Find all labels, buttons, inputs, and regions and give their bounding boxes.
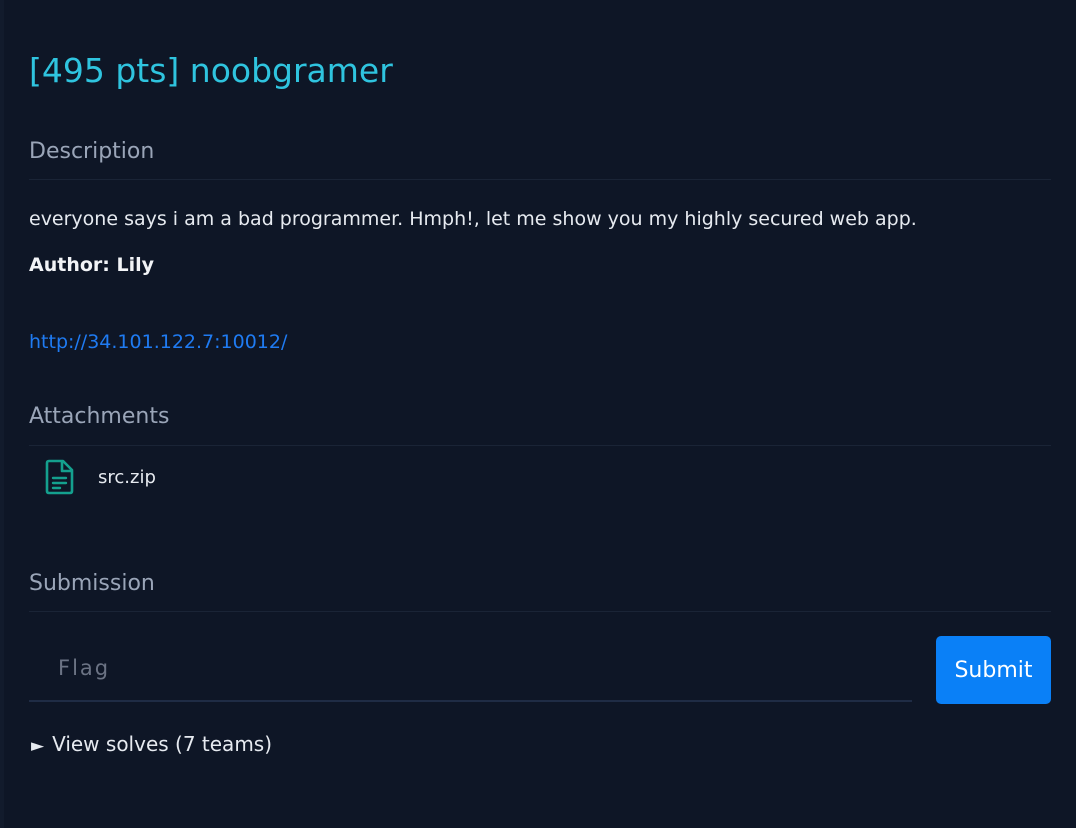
description-heading: Description (29, 139, 155, 164)
submission-divider (29, 611, 1051, 612)
challenge-panel: [495 pts] noobgramer Description everyon… (29, 0, 1051, 828)
attachment-file-name: src.zip (98, 466, 156, 488)
view-solves-label: View solves (7 teams) (52, 732, 273, 756)
file-document-icon (45, 459, 75, 495)
triangle-right-icon: ► (31, 736, 45, 756)
attachments-divider (29, 445, 1051, 446)
submission-heading: Submission (29, 571, 155, 596)
challenge-title: [495 pts] noobgramer (29, 51, 393, 90)
flag-input[interactable] (29, 636, 912, 702)
author-line: Author: Lily (29, 254, 154, 276)
description-divider (29, 179, 1051, 180)
attachment-src-zip[interactable]: src.zip (45, 459, 156, 495)
attachments-heading: Attachments (29, 404, 170, 429)
view-solves-toggle[interactable]: ► View solves (7 teams) (31, 731, 272, 759)
description-text: everyone says i am a bad programmer. Hmp… (29, 208, 917, 230)
challenge-url-link[interactable]: http://34.101.122.7:10012/ (29, 328, 287, 356)
submit-button[interactable]: Submit (936, 636, 1051, 704)
left-edge-border (0, 0, 4, 828)
